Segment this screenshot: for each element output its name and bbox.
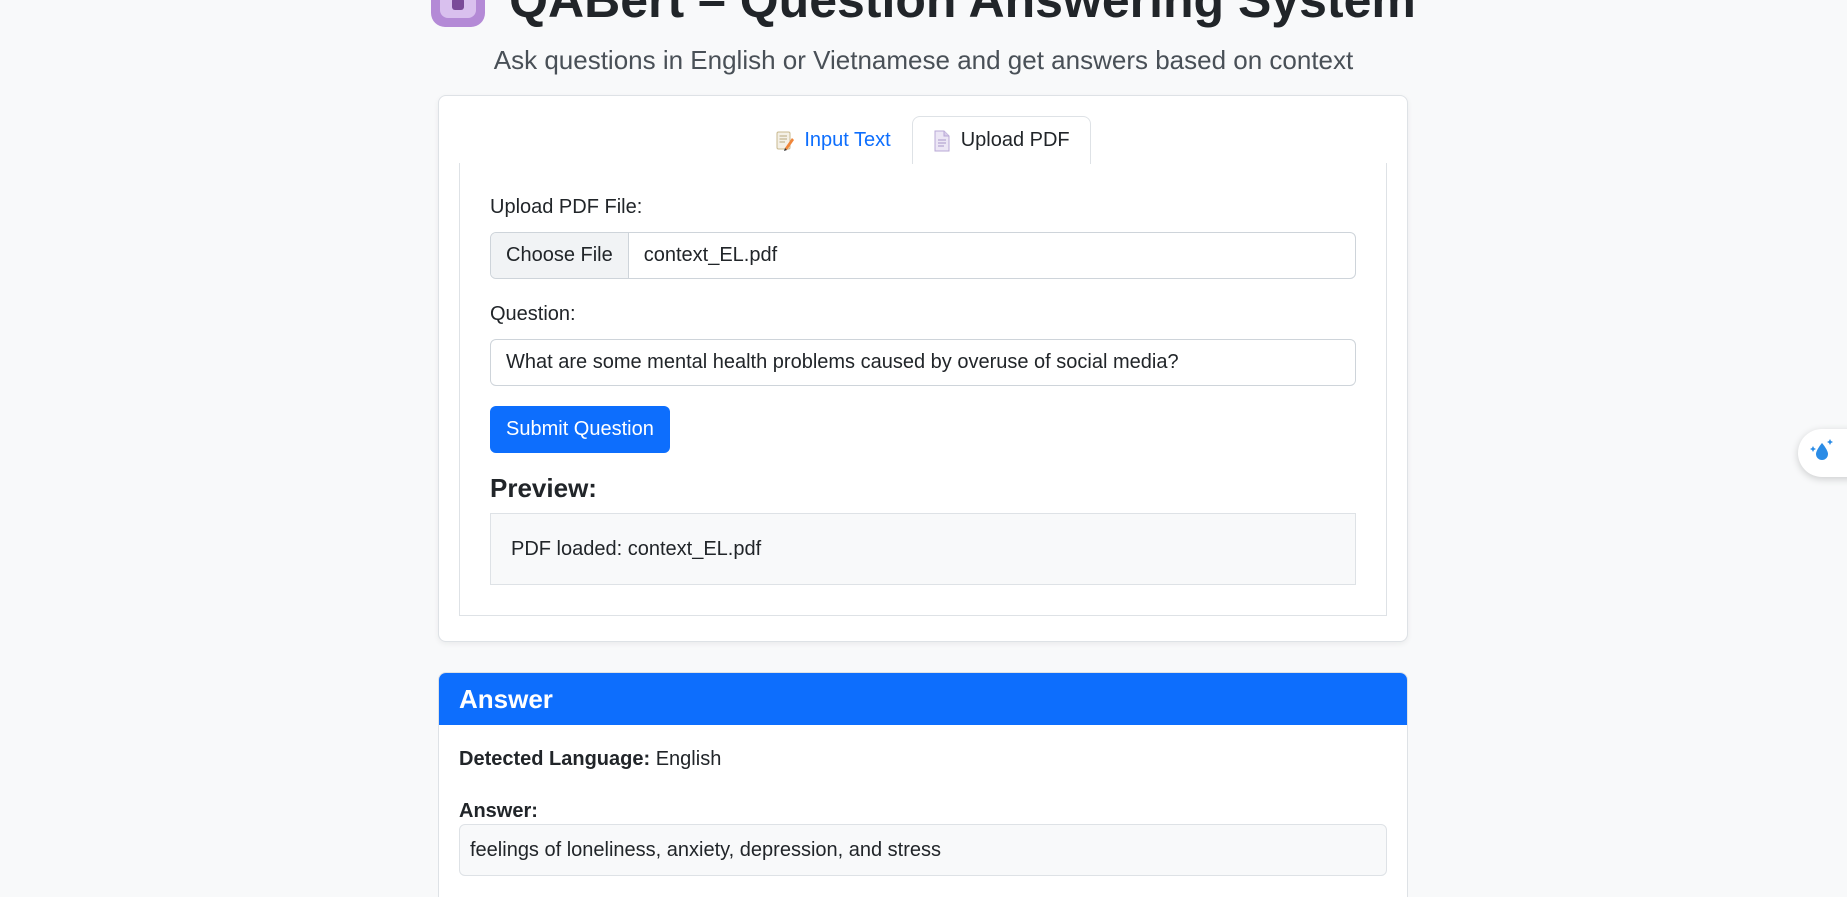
- tab-bar: Input Text Upload PDF: [439, 116, 1407, 164]
- question-label: Question:: [490, 303, 576, 325]
- page-header: QABert – Question Answering System Ask q…: [0, 0, 1847, 76]
- answer-box: feelings of loneliness, anxiety, depress…: [459, 824, 1387, 876]
- preview-heading: Preview:: [490, 473, 597, 503]
- memo-pencil-icon: [776, 130, 795, 152]
- page-title: QABert – Question Answering System: [509, 0, 1416, 28]
- robot-icon: [431, 0, 486, 27]
- preview-text: PDF loaded: context_EL.pdf: [511, 537, 762, 560]
- page: QABert – Question Answering System Ask q…: [0, 0, 1847, 897]
- answer-text: feelings of loneliness, anxiety, depress…: [470, 838, 942, 861]
- tab-input-text[interactable]: Input Text: [755, 116, 911, 164]
- preview-box: PDF loaded: context_EL.pdf: [490, 513, 1356, 585]
- pdf-file-input[interactable]: Choose File context_EL.pdf: [490, 232, 1356, 279]
- upload-file-label: Upload PDF File:: [490, 196, 643, 218]
- tab-upload-pdf[interactable]: Upload PDF: [911, 116, 1091, 164]
- tab-input-text-label: Input Text: [804, 129, 891, 151]
- input-card: Input Text Upload PDF Upload PDF File: C…: [438, 95, 1408, 642]
- sparkle-drop-icon: [1808, 437, 1836, 470]
- answer-header: Answer: [439, 673, 1407, 725]
- floating-assistant-widget[interactable]: [1798, 429, 1847, 477]
- selected-file-name: context_EL.pdf: [643, 244, 778, 266]
- answer-label: Answer:: [459, 800, 538, 822]
- answer-card: Answer Detected Language: English Answer…: [438, 672, 1408, 897]
- question-input[interactable]: [490, 339, 1356, 386]
- detected-language-label: Detected Language:: [459, 748, 651, 770]
- document-icon: [933, 130, 951, 152]
- detected-language-row: Detected Language: English: [459, 748, 721, 771]
- title-row: QABert – Question Answering System: [0, 0, 1847, 28]
- detected-language-value: English: [655, 748, 722, 770]
- page-subtitle: Ask questions in English or Vietnamese a…: [493, 45, 1354, 75]
- choose-file-button[interactable]: Choose File: [491, 233, 629, 278]
- tab-upload-pdf-label: Upload PDF: [960, 129, 1070, 151]
- submit-question-button[interactable]: Submit Question: [490, 406, 670, 453]
- upload-pdf-pane: Upload PDF File: Choose File context_EL.…: [459, 163, 1387, 616]
